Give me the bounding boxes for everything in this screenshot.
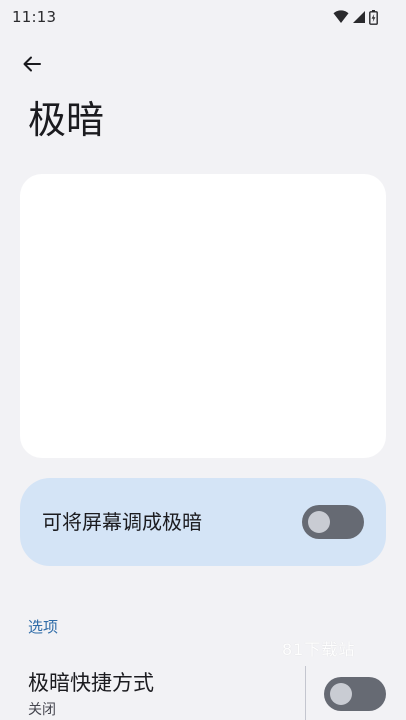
status-bar: 11:13 bbox=[0, 0, 406, 34]
shortcut-summary: 关闭 bbox=[28, 702, 56, 718]
shortcut-title: 极暗快捷方式 bbox=[28, 671, 154, 695]
shortcut-toggle-switch[interactable] bbox=[324, 677, 386, 711]
section-header-options: 选项 bbox=[28, 618, 59, 636]
status-icons bbox=[333, 9, 378, 25]
main-toggle-switch[interactable] bbox=[302, 505, 364, 539]
status-time: 11:13 bbox=[12, 8, 57, 26]
arrow-back-icon bbox=[22, 54, 42, 78]
switch-thumb bbox=[308, 511, 330, 533]
battery-icon bbox=[369, 9, 378, 25]
wifi-icon bbox=[333, 10, 349, 24]
shortcut-setting-row[interactable]: 极暗快捷方式 关闭 bbox=[0, 660, 406, 720]
preview-illustration bbox=[20, 174, 386, 458]
main-toggle-label: 可将屏幕调成极暗 bbox=[42, 510, 202, 534]
switch-thumb bbox=[330, 683, 352, 705]
main-toggle-card[interactable]: 可将屏幕调成极暗 bbox=[20, 478, 386, 566]
row-divider bbox=[305, 666, 306, 720]
watermark-text: 81下载站 bbox=[282, 640, 356, 659]
back-button[interactable] bbox=[14, 48, 50, 84]
cellular-signal-icon bbox=[352, 10, 366, 24]
page-title: 极暗 bbox=[28, 98, 105, 142]
